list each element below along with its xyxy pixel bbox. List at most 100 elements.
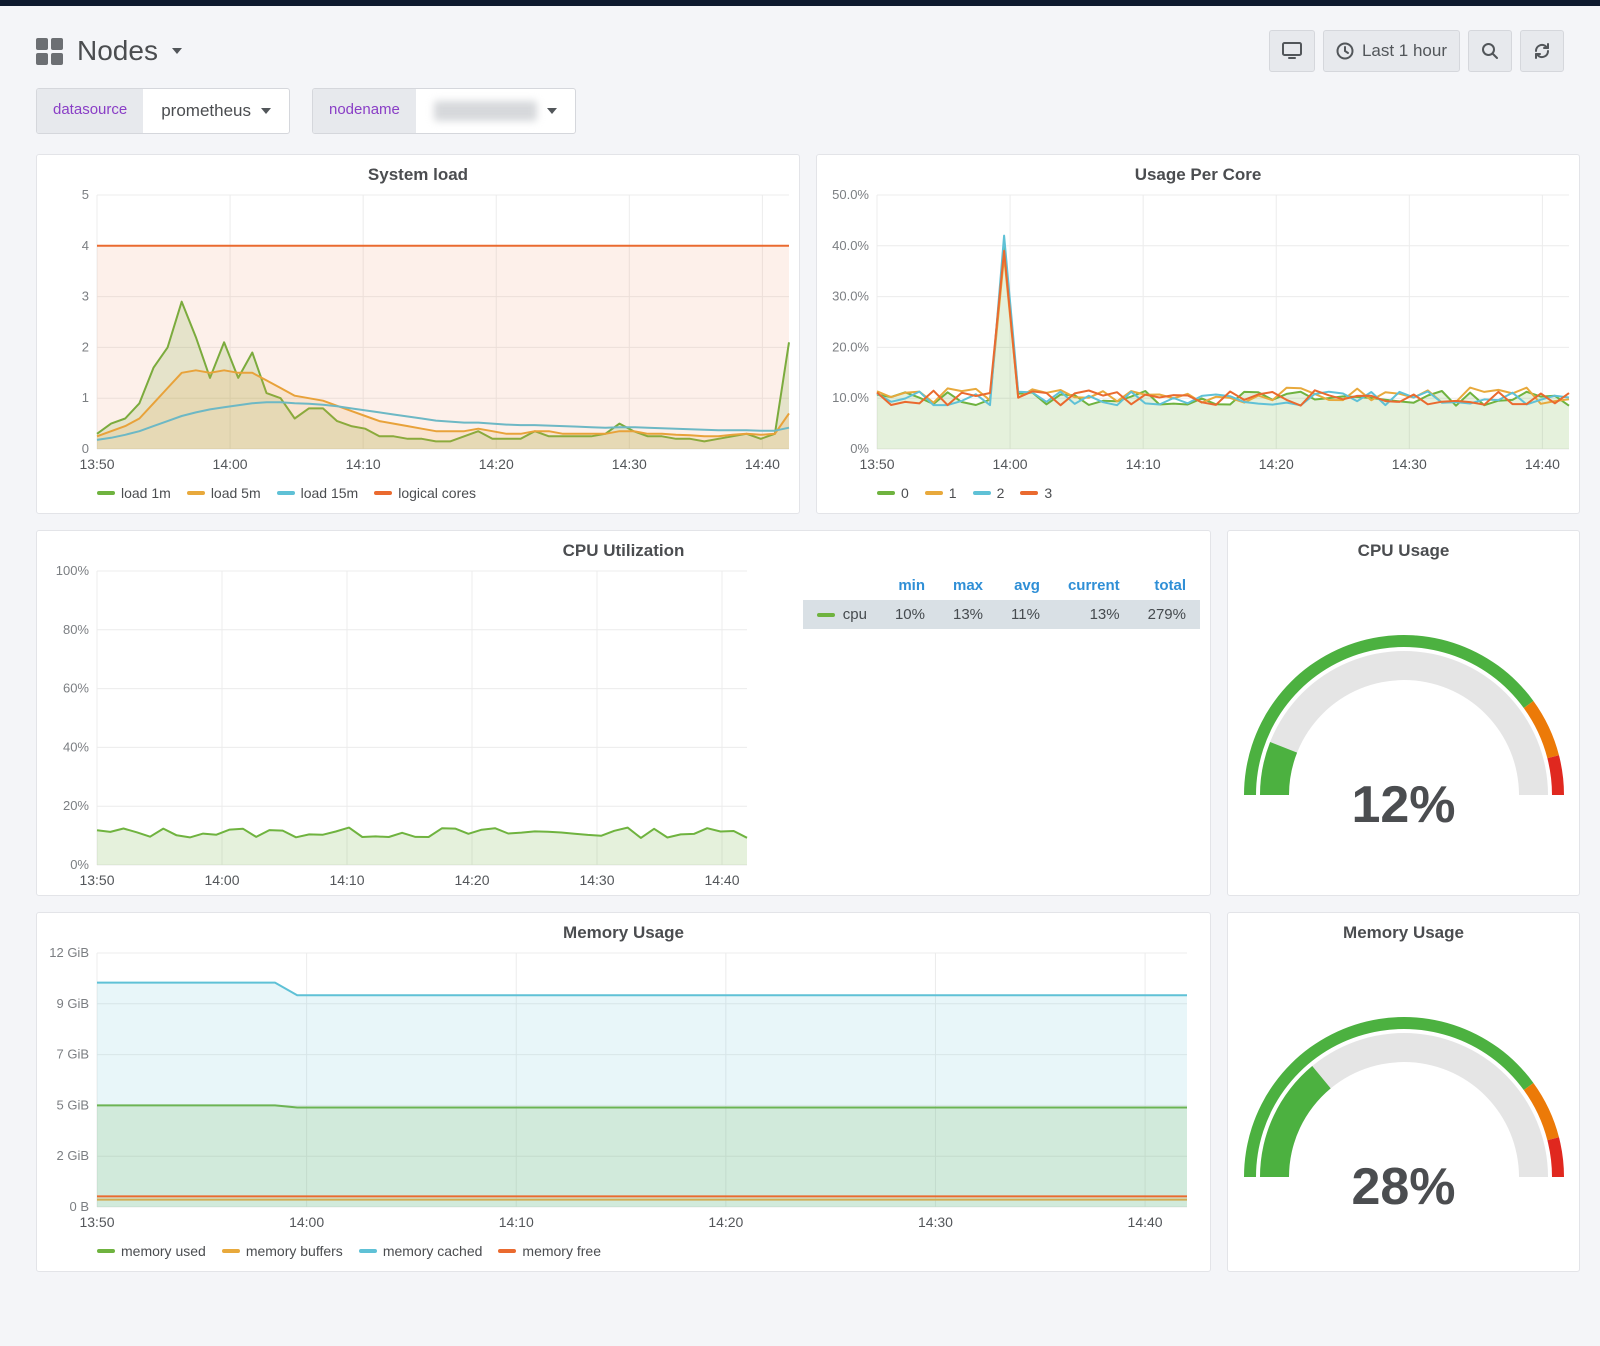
gauge-cpu-value: 12% (1351, 775, 1455, 835)
svg-text:14:20: 14:20 (1259, 456, 1294, 472)
panel-memory-usage[interactable]: Memory Usage 0 B2 GiB5 GiB7 GiB9 GiB12 G… (36, 912, 1211, 1272)
zoom-out-button[interactable] (1468, 30, 1512, 72)
legend-item[interactable]: memory buffers (222, 1243, 343, 1259)
legend-item[interactable]: load 15m (277, 485, 359, 501)
cpu-stat-table: minmaxavgcurrenttotal cpu10%13%11%13%279… (803, 571, 1200, 629)
svg-text:5: 5 (82, 189, 89, 202)
panel-memory-gauge[interactable]: Memory Usage 28% (1227, 912, 1580, 1272)
svg-text:14:30: 14:30 (1392, 456, 1427, 472)
table-row[interactable]: cpu10%13%11%13%279% (803, 600, 1200, 629)
legend-item[interactable]: 1 (925, 485, 957, 501)
svg-text:14:30: 14:30 (918, 1214, 953, 1230)
svg-text:12 GiB: 12 GiB (49, 947, 89, 960)
nodename-value: hidden (434, 101, 537, 121)
svg-text:14:40: 14:40 (704, 872, 739, 888)
nodename-label: nodename (313, 89, 416, 133)
svg-text:10.0%: 10.0% (832, 390, 869, 405)
legend-item[interactable]: memory cached (359, 1243, 483, 1259)
svg-text:1: 1 (82, 390, 89, 405)
chart-usage-per-core[interactable]: 0%10.0%20.0%30.0%40.0%50.0%13:5014:0014:… (817, 189, 1579, 479)
svg-text:14:00: 14:00 (289, 1214, 324, 1230)
svg-text:20.0%: 20.0% (832, 339, 869, 354)
svg-text:14:10: 14:10 (329, 872, 364, 888)
svg-text:14:00: 14:00 (204, 872, 239, 888)
datasource-picker[interactable]: datasource prometheus (36, 88, 290, 134)
svg-text:13:50: 13:50 (859, 456, 894, 472)
panel-cpu-utilization[interactable]: CPU Utilization 0%20%40%60%80%100%13:501… (36, 530, 1211, 896)
svg-text:5 GiB: 5 GiB (56, 1097, 89, 1112)
chevron-down-icon (172, 48, 182, 54)
dashboard-icon (36, 38, 63, 65)
svg-text:20%: 20% (63, 798, 89, 813)
svg-text:40.0%: 40.0% (832, 238, 869, 253)
panel-title: System load (37, 155, 799, 189)
legend-item[interactable]: load 5m (187, 485, 261, 501)
svg-text:14:10: 14:10 (1126, 456, 1161, 472)
legend-item[interactable]: 0 (877, 485, 909, 501)
search-icon (1481, 42, 1499, 60)
svg-text:13:50: 13:50 (79, 1214, 114, 1230)
svg-text:2: 2 (82, 339, 89, 354)
svg-text:13:50: 13:50 (79, 456, 114, 472)
legend-item[interactable]: logical cores (374, 485, 476, 501)
monitor-icon (1282, 42, 1302, 60)
svg-text:14:20: 14:20 (708, 1214, 743, 1230)
svg-text:100%: 100% (56, 565, 90, 578)
chart-cpu-utilization[interactable]: 0%20%40%60%80%100%13:5014:0014:1014:2014… (37, 565, 757, 895)
chevron-down-icon (261, 108, 271, 114)
panel-cpu-gauge[interactable]: CPU Usage 12% (1227, 530, 1580, 896)
svg-text:14:30: 14:30 (612, 456, 647, 472)
svg-text:0%: 0% (850, 441, 869, 456)
svg-text:60%: 60% (63, 681, 89, 696)
legend-memory-usage: memory used memory buffers memory cached me… (37, 1237, 1210, 1271)
template-variables: datasource prometheus nodename hidden (0, 88, 1600, 154)
panel-title: CPU Utilization (37, 531, 1210, 565)
svg-text:7 GiB: 7 GiB (56, 1047, 89, 1062)
svg-text:80%: 80% (63, 622, 89, 637)
legend-item[interactable]: memory free (498, 1243, 601, 1259)
datasource-label: datasource (37, 89, 143, 133)
svg-text:0%: 0% (70, 857, 89, 872)
svg-text:14:10: 14:10 (346, 456, 381, 472)
svg-text:30.0%: 30.0% (832, 289, 869, 304)
refresh-button[interactable] (1520, 30, 1564, 72)
svg-text:14:00: 14:00 (213, 456, 248, 472)
svg-text:3: 3 (82, 289, 89, 304)
chart-system-load[interactable]: 01234513:5014:0014:1014:2014:3014:40 (37, 189, 799, 479)
time-range-label: Last 1 hour (1362, 41, 1447, 61)
svg-text:50.0%: 50.0% (832, 189, 869, 202)
panel-title: Memory Usage (37, 913, 1210, 947)
panel-usage-per-core[interactable]: Usage Per Core 0% 10.0% 20.0% 30.0% 40.0% 50.… (816, 154, 1580, 514)
svg-text:0 B: 0 B (69, 1199, 89, 1214)
topbar-tools: Last 1 hour (1269, 30, 1564, 72)
svg-text:9 GiB: 9 GiB (56, 996, 89, 1011)
legend-item[interactable]: load 1m (97, 485, 171, 501)
refresh-icon (1533, 42, 1551, 60)
legend-item[interactable]: 3 (1020, 485, 1052, 501)
svg-text:14:30: 14:30 (579, 872, 614, 888)
tv-mode-button[interactable] (1269, 30, 1315, 72)
svg-text:14:40: 14:40 (1128, 1214, 1163, 1230)
legend-item[interactable]: 2 (973, 485, 1005, 501)
chart-memory-usage[interactable]: 0 B2 GiB5 GiB7 GiB9 GiB12 GiB13:5014:001… (37, 947, 1197, 1237)
clock-icon (1336, 42, 1354, 60)
time-range-button[interactable]: Last 1 hour (1323, 30, 1460, 72)
svg-text:14:20: 14:20 (479, 456, 514, 472)
page-title-text: Nodes (77, 35, 158, 67)
panel-system-load[interactable]: System load 01234513:5014:0014:1014:2014… (36, 154, 800, 514)
nodename-picker[interactable]: nodename hidden (312, 88, 576, 134)
panel-title: CPU Usage (1228, 531, 1579, 565)
svg-text:40%: 40% (63, 739, 89, 754)
chevron-down-icon (547, 108, 557, 114)
panel-grid: System load 01234513:5014:0014:1014:2014… (0, 154, 1600, 1272)
svg-text:0: 0 (82, 441, 89, 456)
svg-text:14:20: 14:20 (454, 872, 489, 888)
gauge-memory-value: 28% (1351, 1157, 1455, 1217)
datasource-value: prometheus (161, 101, 251, 121)
legend-usage-per-core: 0123 (817, 479, 1579, 513)
legend-system-load: load 1m load 5m load 15m logical cores (37, 479, 799, 513)
page-title[interactable]: Nodes (36, 35, 182, 67)
svg-text:14:40: 14:40 (745, 456, 780, 472)
legend-item[interactable]: memory used (97, 1243, 206, 1259)
panel-title: Usage Per Core (817, 155, 1579, 189)
